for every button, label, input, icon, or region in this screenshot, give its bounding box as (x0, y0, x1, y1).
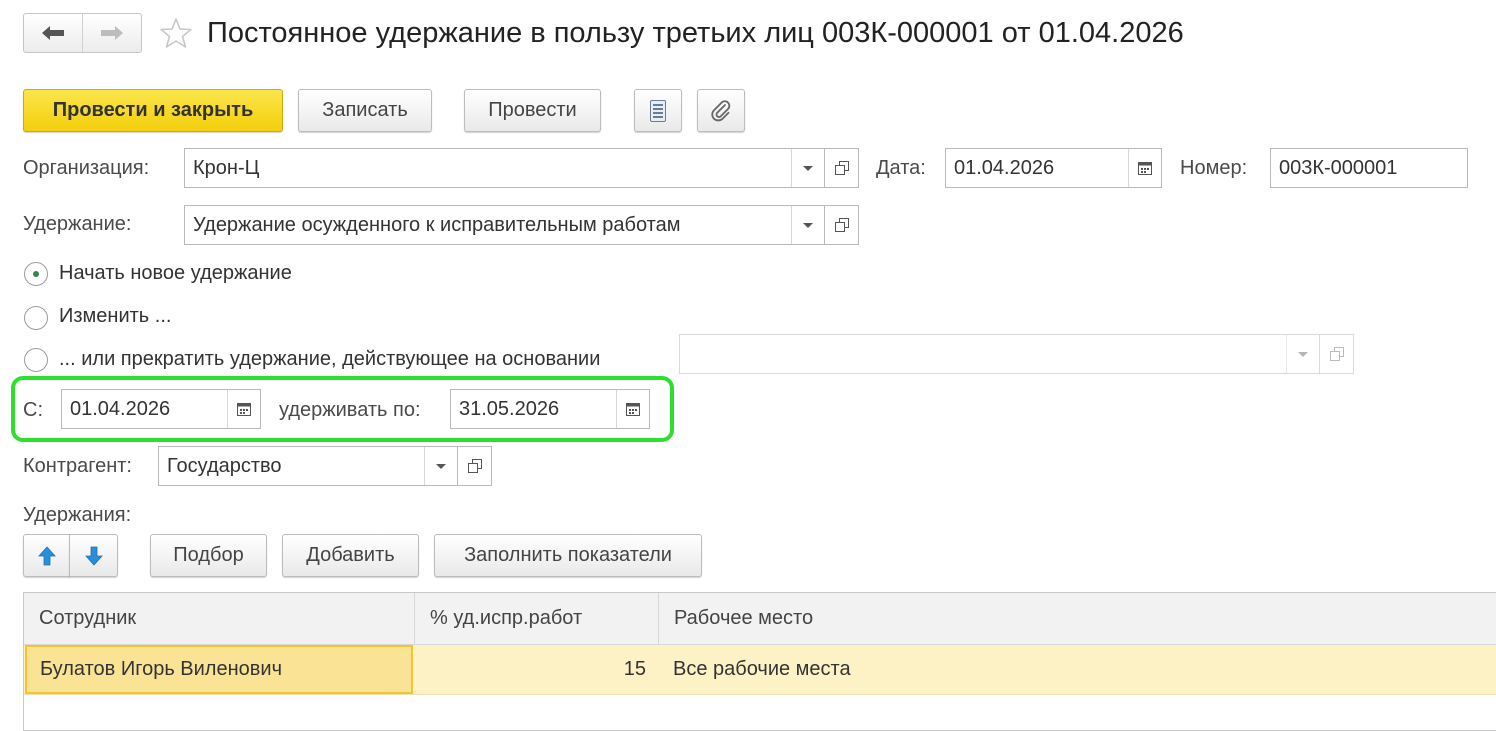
organization-dropdown-button[interactable] (791, 149, 824, 187)
open-window-icon (467, 459, 482, 473)
arrow-down-icon (84, 546, 103, 566)
paperclip-icon (711, 99, 731, 121)
stop-basis-open-button[interactable] (1320, 334, 1354, 374)
radio-stop[interactable] (24, 348, 48, 372)
star-icon[interactable] (160, 17, 192, 49)
report-icon (650, 99, 666, 122)
number-label: Номер: (1180, 157, 1248, 179)
chevron-down-icon (803, 165, 813, 171)
stop-basis-dropdown-button[interactable] (1286, 335, 1319, 373)
arrow-up-icon (37, 545, 56, 565)
deduction-open-button[interactable] (825, 205, 859, 245)
deduction-dropdown-button[interactable] (791, 206, 824, 244)
open-window-icon (834, 161, 849, 175)
number-field[interactable]: 003К-000001 (1270, 148, 1468, 188)
organization-field[interactable]: Крон-Ц (184, 148, 825, 188)
back-button[interactable] (24, 14, 82, 52)
stop-basis-field[interactable] (679, 334, 1320, 374)
column-header-percent[interactable]: % уд.испр.работ (414, 593, 658, 644)
arrow-right-icon (101, 26, 123, 40)
nav-buttons (23, 13, 142, 53)
add-button[interactable]: Добавить (282, 534, 419, 577)
table-row[interactable]: Булатов Игорь Виленович 15 Все рабочие м… (24, 645, 1496, 695)
column-header-workplace[interactable]: Рабочее место (658, 593, 1496, 644)
stop-basis-value (680, 335, 1286, 373)
deductions-section-label: Удержания: (23, 504, 132, 526)
page-title: Постоянное удержание в пользу третьих ли… (207, 17, 1184, 49)
until-date-field[interactable]: 31.05.2026 (450, 389, 650, 429)
radio-new-deduction[interactable] (24, 262, 48, 286)
counterparty-dropdown-button[interactable] (424, 447, 457, 485)
until-label: удерживать по: (279, 399, 421, 421)
counterparty-open-button[interactable] (458, 446, 492, 486)
move-down-button[interactable] (69, 534, 118, 577)
from-date-value: 01.04.2026 (70, 397, 171, 420)
fill-indicators-button[interactable]: Заполнить показатели (434, 534, 702, 577)
until-date-value: 31.05.2026 (459, 397, 560, 420)
post-button[interactable]: Провести (464, 89, 601, 132)
pick-button[interactable]: Подбор (150, 534, 267, 577)
deduction-label: Удержание: (23, 213, 132, 235)
column-header-employee[interactable]: Сотрудник (24, 593, 414, 644)
organization-value: Крон-Ц (193, 156, 260, 179)
cell-employee[interactable]: Булатов Игорь Виленович (25, 645, 413, 694)
move-up-button[interactable] (23, 534, 70, 577)
date-calendar-button[interactable] (1128, 149, 1161, 187)
open-window-icon (834, 218, 849, 232)
counterparty-field[interactable]: Государство (158, 446, 458, 486)
from-label: С: (23, 399, 43, 421)
date-field[interactable]: 01.04.2026 (945, 148, 1162, 188)
chevron-down-icon (436, 463, 446, 469)
chevron-down-icon (803, 222, 813, 228)
organization-open-button[interactable] (825, 148, 859, 188)
counterparty-value: Государство (167, 454, 282, 477)
forward-button[interactable] (82, 14, 141, 52)
chevron-down-icon (1298, 351, 1308, 357)
post-and-close-button[interactable]: Провести и закрыть (23, 89, 283, 132)
attach-button[interactable] (697, 89, 745, 132)
counterparty-label: Контрагент: (23, 455, 132, 477)
organization-label: Организация: (23, 157, 150, 179)
date-label: Дата: (876, 157, 926, 179)
date-value: 01.04.2026 (954, 156, 1055, 179)
radio-change-label[interactable]: Изменить ... (59, 304, 171, 328)
cell-workplace[interactable]: Все рабочие места (658, 645, 1496, 694)
calendar-icon (1138, 162, 1152, 175)
deduction-field[interactable]: Удержание осужденного к исправительным р… (184, 205, 825, 245)
number-value: 003К-000001 (1279, 156, 1398, 179)
calendar-icon (626, 403, 640, 416)
report-button[interactable] (634, 89, 682, 132)
radio-new-deduction-label[interactable]: Начать новое удержание (59, 261, 292, 285)
cell-percent[interactable]: 15 (414, 645, 658, 694)
open-window-icon (1329, 347, 1344, 361)
arrow-left-icon (42, 26, 64, 40)
table-header: Сотрудник % уд.испр.работ Рабочее место (24, 593, 1496, 645)
radio-stop-label[interactable]: ... или прекратить удержание, действующе… (59, 347, 600, 371)
from-date-field[interactable]: 01.04.2026 (61, 389, 261, 429)
from-calendar-button[interactable] (227, 390, 260, 428)
save-button[interactable]: Записать (298, 89, 432, 132)
radio-change[interactable] (24, 306, 48, 330)
deduction-value: Удержание осужденного к исправительным р… (193, 213, 681, 236)
until-calendar-button[interactable] (616, 390, 649, 428)
deductions-table: Сотрудник % уд.испр.работ Рабочее место … (23, 592, 1496, 731)
calendar-icon (237, 403, 251, 416)
